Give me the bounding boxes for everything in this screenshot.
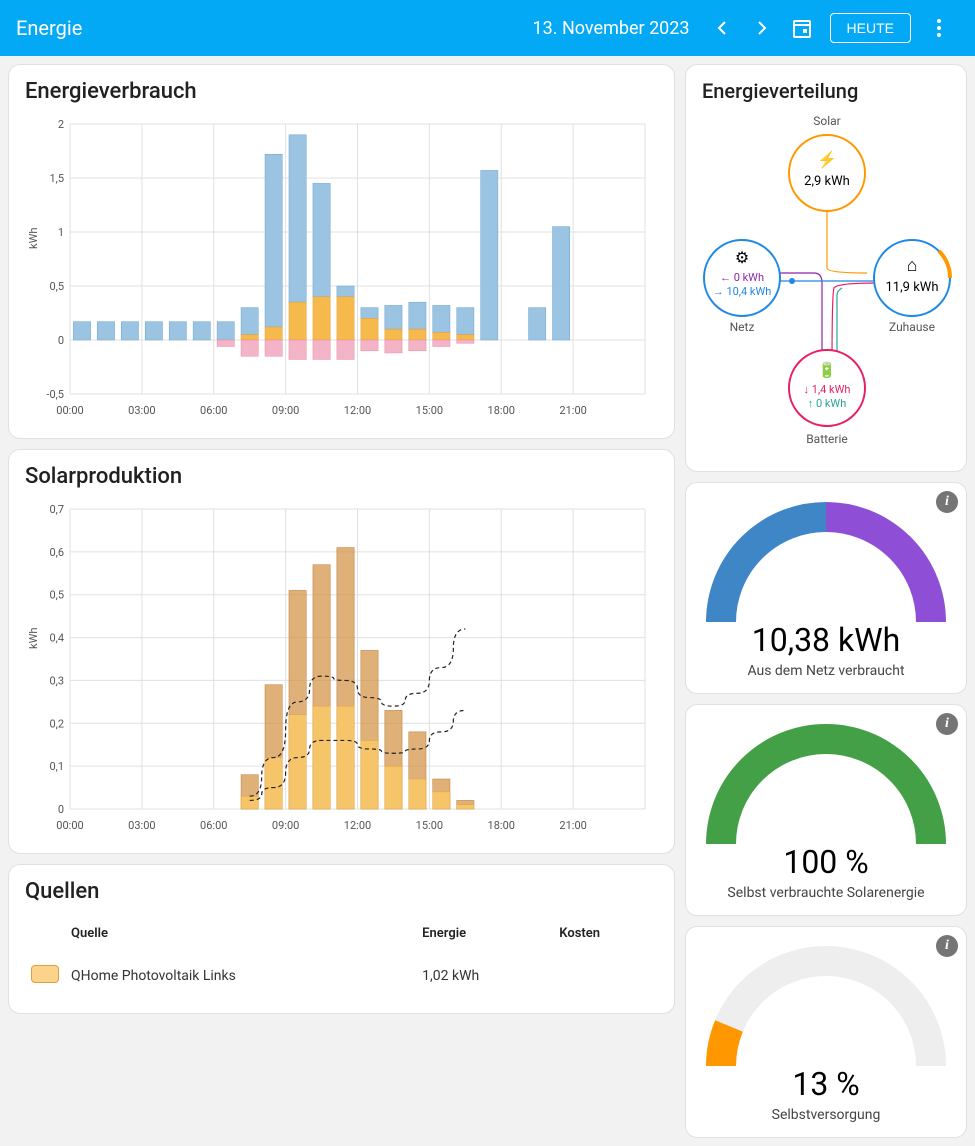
- gauge-label: Selbst verbrauchte Solarenergie: [702, 885, 950, 901]
- svg-text:0,2: 0,2: [49, 717, 64, 730]
- grid-consumption-gauge-card: i 10,38 kWh Aus dem Netz verbraucht: [685, 482, 967, 694]
- home-icon: ⌂: [907, 255, 918, 276]
- svg-text:0,7: 0,7: [49, 503, 64, 516]
- consumption-chart[interactable]: kWh -0,5 0 0,5 1 1,5 2 00:00 03:00 06:00 09:00 12:…: [25, 114, 658, 424]
- gauge-label: Selbstversorgung: [702, 1107, 950, 1123]
- distribution-card: Energieverteilung Solar ⚡ 2,9 kWh ⚙ ← 0 …: [685, 64, 967, 472]
- svg-text:0,3: 0,3: [49, 674, 64, 687]
- svg-text:09:00: 09:00: [272, 404, 299, 417]
- gauge-self: [706, 941, 946, 1071]
- solar-bolt-icon: ⚡: [817, 150, 837, 169]
- info-icon[interactable]: i: [936, 713, 958, 735]
- svg-text:18:00: 18:00: [488, 819, 515, 832]
- col-energy[interactable]: Energie: [416, 914, 553, 953]
- grid-out: → 10,4 kWh: [713, 285, 772, 298]
- production-card: Solarproduktion kWh 0 0,1 0,2 0,3 0,4 0,5 0,6 0…: [8, 449, 675, 854]
- consumption-title: Energieverbrauch: [25, 79, 658, 104]
- info-icon[interactable]: i: [936, 491, 958, 513]
- svg-text:2: 2: [58, 118, 64, 131]
- svg-text:15:00: 15:00: [416, 819, 443, 832]
- svg-text:03:00: 03:00: [128, 404, 155, 417]
- svg-text:03:00: 03:00: [128, 819, 155, 832]
- info-icon[interactable]: i: [936, 935, 958, 957]
- svg-text:21:00: 21:00: [559, 819, 586, 832]
- app-header: Energie 13. November 2023 HEUTE: [0, 0, 975, 56]
- today-button[interactable]: HEUTE: [830, 13, 911, 43]
- grid-in: ← 0 kWh: [720, 271, 764, 284]
- distribution-title: Energieverteilung: [702, 79, 950, 103]
- svg-text:0: 0: [58, 334, 64, 347]
- battery-down: ↓ 1,4 kWh: [804, 383, 851, 396]
- source-energy: 1,02 kWh: [416, 953, 553, 999]
- svg-text:1: 1: [58, 226, 64, 239]
- next-day-button[interactable]: [742, 8, 782, 48]
- svg-text:21:00: 21:00: [559, 404, 586, 417]
- calendar-button[interactable]: [782, 8, 822, 48]
- battery-label: Batterie: [806, 432, 848, 446]
- svg-text:-0,5: -0,5: [46, 388, 64, 401]
- solar-value: 2,9 kWh: [804, 174, 850, 189]
- gauge-value: 10,38 kWh: [702, 621, 950, 659]
- current-date: 13. November 2023: [533, 18, 690, 39]
- grid-label: Netz: [730, 320, 755, 334]
- svg-text:15:00: 15:00: [416, 404, 443, 417]
- energy-flow-diagram[interactable]: Solar ⚡ 2,9 kWh ⚙ ← 0 kWh → 10,4 kWh Net…: [702, 113, 952, 453]
- svg-text:00:00: 00:00: [56, 819, 83, 832]
- col-cost[interactable]: Kosten: [553, 914, 658, 953]
- sources-card: Quellen Quelle Energie Kosten QHome Phot…: [8, 864, 675, 1014]
- svg-text:0,5: 0,5: [49, 280, 64, 293]
- page-title: Energie: [16, 16, 533, 40]
- svg-text:09:00: 09:00: [272, 819, 299, 832]
- grid-tower-icon: ⚙: [735, 248, 749, 267]
- menu-button[interactable]: [919, 8, 959, 48]
- svg-text:0,1: 0,1: [49, 760, 64, 773]
- svg-text:0,4: 0,4: [49, 632, 64, 645]
- production-chart[interactable]: kWh 0 0,1 0,2 0,3 0,4 0,5 0,6 0,7 00:00 03:00 06:0…: [25, 499, 658, 839]
- svg-text:1,5: 1,5: [49, 172, 64, 185]
- svg-text:0,5: 0,5: [49, 589, 64, 602]
- production-title: Solarproduktion: [25, 464, 658, 489]
- self-sufficiency-gauge-card: i 13 % Selbstversorgung: [685, 926, 967, 1138]
- y-axis-label: kWh: [27, 228, 40, 249]
- self-consumed-gauge-card: i 100 % Selbst verbrauchte Solarenergie: [685, 704, 967, 916]
- color-swatch-icon: [31, 965, 59, 983]
- sources-table: Quelle Energie Kosten QHome Photovoltaik…: [25, 914, 658, 999]
- col-source[interactable]: Quelle: [65, 914, 416, 953]
- home-label: Zuhause: [889, 320, 935, 334]
- svg-text:12:00: 12:00: [344, 819, 371, 832]
- prev-day-button[interactable]: [702, 8, 742, 48]
- svg-text:00:00: 00:00: [56, 404, 83, 417]
- sources-title: Quellen: [25, 879, 658, 904]
- svg-text:06:00: 06:00: [200, 819, 227, 832]
- consumption-card: Energieverbrauch kWh -0,5 0 0,5 1 1,5 2 00:00 0…: [8, 64, 675, 439]
- gauge-solar: [706, 719, 946, 849]
- home-value: 11,9 kWh: [886, 280, 939, 295]
- source-cost: [553, 953, 658, 999]
- y-axis-label: kWh: [27, 628, 40, 649]
- svg-text:12:00: 12:00: [344, 404, 371, 417]
- solar-label: Solar: [813, 114, 840, 128]
- svg-text:06:00: 06:00: [200, 404, 227, 417]
- gauge-grid: [706, 497, 946, 627]
- gauge-label: Aus dem Netz verbraucht: [702, 663, 950, 679]
- svg-text:18:00: 18:00: [488, 404, 515, 417]
- battery-up: ↑ 0 kWh: [808, 397, 847, 410]
- gauge-value: 13 %: [702, 1065, 950, 1103]
- source-name: QHome Photovoltaik Links: [65, 953, 416, 999]
- battery-icon: 🔋: [818, 361, 837, 379]
- svg-text:0,6: 0,6: [49, 546, 64, 559]
- table-row[interactable]: QHome Photovoltaik Links 1,02 kWh: [25, 953, 658, 999]
- svg-text:0: 0: [58, 803, 64, 816]
- gauge-value: 100 %: [702, 843, 950, 881]
